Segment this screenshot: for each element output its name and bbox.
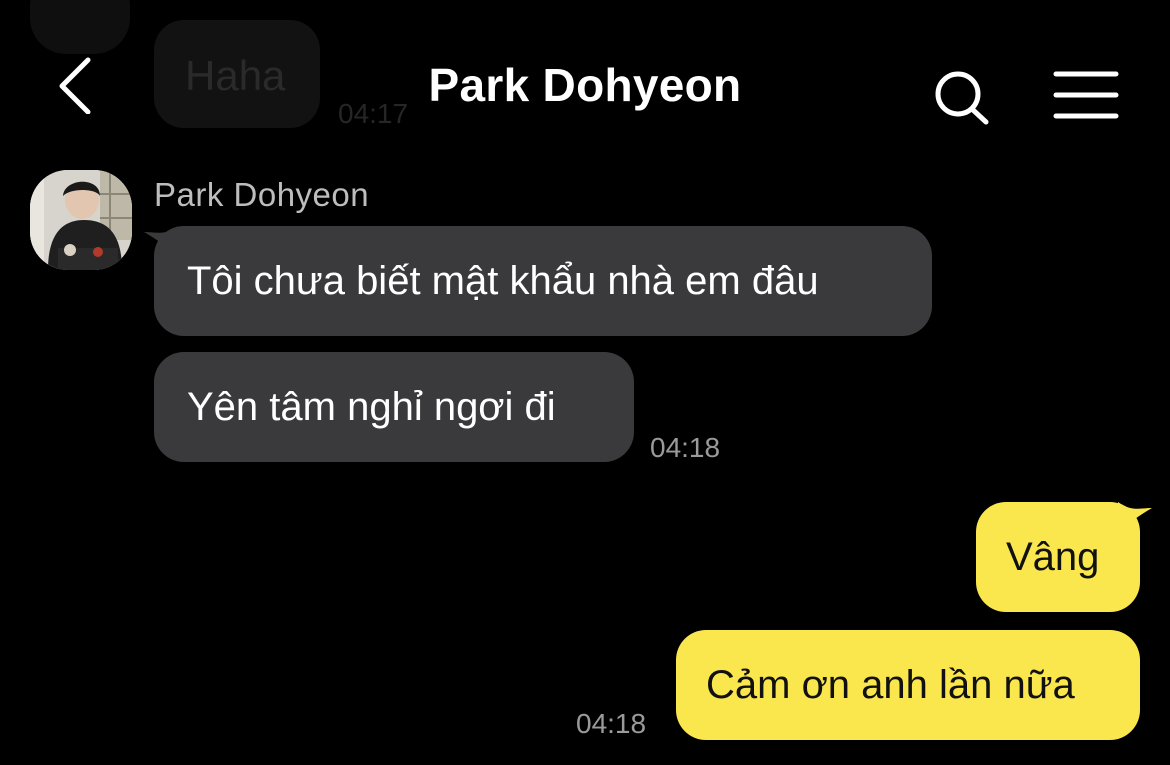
incoming-message-bubble[interactable]: Tôi chưa biết mật khẩu nhà em đâu [154, 226, 932, 336]
incoming-message-bubble[interactable]: Yên tâm nghỉ ngơi đi [154, 352, 634, 462]
incoming-message-time: 04:18 [650, 432, 721, 463]
outgoing-bubble-tail [1118, 502, 1152, 532]
avatar[interactable] [30, 170, 132, 270]
chat-header: Park Dohyeon [0, 40, 1170, 140]
search-icon[interactable] [930, 64, 994, 128]
chat-title: Park Dohyeon [428, 59, 742, 111]
outgoing-message-time: 04:18 [576, 708, 647, 739]
outgoing-message-bubble[interactable]: Vâng [976, 502, 1140, 612]
outgoing-message-bubble[interactable]: Cảm ơn anh lần nữa [676, 630, 1140, 740]
sender-name: Park Dohyeon [154, 176, 370, 213]
hamburger-menu-icon[interactable] [1050, 70, 1122, 120]
